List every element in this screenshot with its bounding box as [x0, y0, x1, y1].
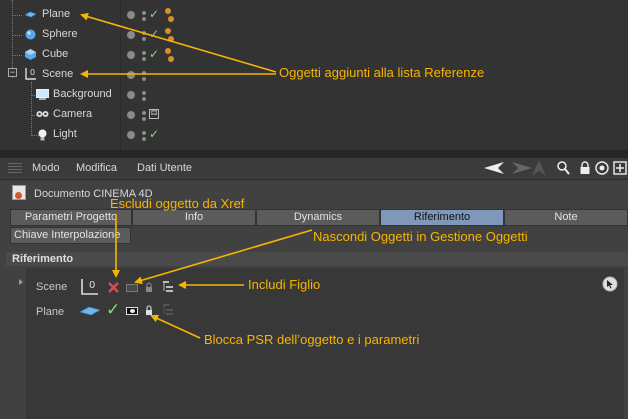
- collapse-toggle-icon[interactable]: −: [8, 68, 17, 77]
- object-name: Plane: [42, 8, 71, 20]
- tab-chiave-interpolazione[interactable]: Chiave Interpolazione: [10, 227, 131, 244]
- include-check-icon[interactable]: ✓: [106, 300, 120, 320]
- lock-icon[interactable]: [579, 161, 591, 175]
- menu-modo[interactable]: Modo: [32, 162, 60, 174]
- search-icon[interactable]: [557, 161, 570, 175]
- visibility-dots[interactable]: ✓: [127, 7, 174, 24]
- object-row-sphere[interactable]: Sphere ✓: [0, 25, 628, 45]
- visibility-dots[interactable]: ✓: [127, 47, 174, 64]
- check-icon[interactable]: ✓: [149, 7, 159, 21]
- object-name: Sphere: [42, 28, 78, 40]
- expand-arrow-icon[interactable]: [19, 279, 23, 285]
- camera-icon: [36, 111, 49, 117]
- object-name: Light: [53, 128, 77, 140]
- tab-dynamics[interactable]: Dynamics: [256, 209, 380, 226]
- object-name: Background: [53, 88, 112, 100]
- object-row-cube[interactable]: Cube ✓: [0, 45, 628, 65]
- light-icon: [38, 129, 47, 141]
- background-icon: [36, 89, 49, 100]
- section-header: Riferimento: [6, 252, 628, 266]
- visibility-dots[interactable]: [127, 68, 167, 84]
- object-name: Cube: [42, 48, 69, 60]
- tag-icon[interactable]: [168, 16, 174, 22]
- object-name: Camera: [53, 108, 93, 120]
- svg-text:0: 0: [89, 280, 95, 291]
- annotation-objects-added: Oggetti aggiunti alla lista Referenze: [279, 65, 485, 80]
- visibility-dots[interactable]: ✓: [127, 127, 167, 144]
- back-arrow-icon[interactable]: [484, 161, 506, 175]
- tag-icon[interactable]: [165, 8, 171, 14]
- check-icon[interactable]: ✓: [149, 47, 159, 61]
- annotation-hide-objects: Nascondi Oggetti in Gestione Oggetti: [313, 229, 528, 244]
- object-row-light[interactable]: Light ✓: [0, 125, 628, 145]
- check-icon[interactable]: ✓: [149, 27, 159, 41]
- tab-note[interactable]: Note: [504, 209, 628, 226]
- object-row-plane[interactable]: Plane ✓: [0, 5, 628, 25]
- annotation-exclude-xref: Escludi oggetto da Xref: [110, 196, 245, 211]
- grip-icon[interactable]: [8, 163, 22, 175]
- camera-tag-icon[interactable]: ⚃: [149, 109, 159, 119]
- target-icon[interactable]: [595, 161, 609, 175]
- visibility-dots[interactable]: ⚃: [127, 108, 167, 124]
- check-icon[interactable]: ✓: [149, 127, 159, 141]
- object-row-camera[interactable]: Camera ⚃: [0, 105, 628, 125]
- attribute-menubar: Modo Modifica Dati Utente: [0, 158, 628, 180]
- plane-icon: [80, 306, 100, 316]
- include-child-icon[interactable]: [163, 281, 173, 293]
- annotation-include-child: Includi Figlio: [248, 277, 321, 292]
- svg-text:0: 0: [30, 68, 35, 77]
- tag-icon[interactable]: [168, 56, 174, 62]
- tag-icon[interactable]: [165, 28, 171, 34]
- lock-icon[interactable]: [145, 282, 153, 293]
- hide-object-icon[interactable]: [126, 284, 138, 292]
- lock-icon[interactable]: [145, 305, 153, 316]
- visibility-dots[interactable]: [127, 88, 167, 104]
- null-object-icon: 0: [25, 68, 36, 80]
- visibility-dots[interactable]: ✓: [127, 27, 174, 44]
- tab-riferimento[interactable]: Riferimento: [380, 209, 504, 226]
- object-name: Scene: [42, 68, 74, 80]
- null-object-icon: 0: [81, 279, 98, 295]
- object-row-background[interactable]: Background: [0, 85, 628, 105]
- new-panel-icon[interactable]: [613, 161, 627, 175]
- plane-icon: [25, 11, 36, 18]
- annotation-lock-psr: Blocca PSR dell’oggetto e i parametri: [204, 332, 420, 347]
- up-arrow-icon[interactable]: [532, 160, 546, 176]
- tab-info[interactable]: Info: [132, 209, 256, 226]
- tag-icon[interactable]: [168, 36, 174, 42]
- forward-arrow-icon[interactable]: [510, 161, 532, 175]
- cube-icon: [25, 49, 36, 60]
- sphere-icon: [25, 29, 36, 40]
- reference-row-label: Plane: [36, 306, 65, 318]
- menu-dati-utente[interactable]: Dati Utente: [137, 162, 192, 174]
- panel-divider[interactable]: [0, 150, 628, 158]
- include-child-icon[interactable]: [163, 304, 173, 316]
- document-icon: [12, 185, 26, 200]
- menu-modifica[interactable]: Modifica: [76, 162, 117, 174]
- hide-object-icon[interactable]: [126, 307, 138, 315]
- tab-parametri-progetto[interactable]: Parametri Progetto: [10, 209, 132, 226]
- pick-cursor-icon[interactable]: [602, 276, 618, 292]
- exclude-x-icon[interactable]: [107, 281, 120, 294]
- reference-row-label: Scene: [36, 281, 68, 293]
- tag-icon[interactable]: [165, 48, 171, 54]
